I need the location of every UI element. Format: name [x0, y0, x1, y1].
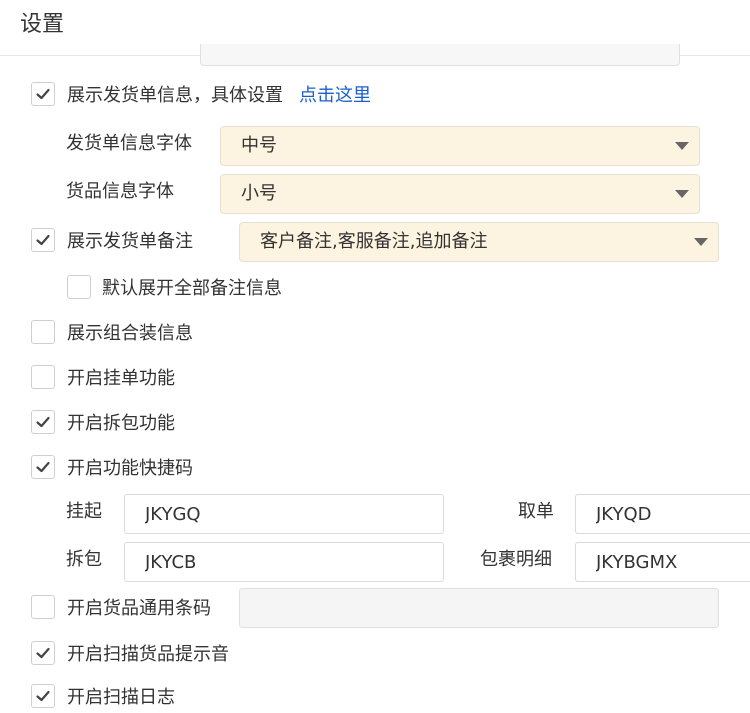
universal-barcode-row: 开启货品通用条码	[31, 591, 211, 623]
show-order-remark-label: 展示发货单备注	[67, 231, 193, 252]
show-order-info-row: 展示发货单信息，具体设置 点击这里	[31, 78, 371, 110]
detail-shortcut-label: 包裹明细	[480, 549, 552, 570]
chevron-down-icon	[675, 142, 689, 150]
universal-barcode-checkbox[interactable]	[31, 595, 55, 619]
order-remark-select[interactable]: 客户备注,客服备注,追加备注	[239, 222, 719, 262]
shortcut-row: 开启功能快捷码	[31, 451, 193, 483]
expand-all-remarks-label: 默认展开全部备注信息	[102, 278, 282, 299]
scan-sound-label: 开启扫描货品提示音	[67, 644, 229, 665]
hang-shortcut-input[interactable]	[124, 494, 444, 534]
checkmark-icon	[36, 647, 50, 659]
show-order-info-label: 展示发货单信息，具体设置	[67, 85, 283, 106]
unpack-checkbox[interactable]	[31, 410, 55, 434]
unpack-shortcut-label: 拆包	[66, 549, 102, 570]
universal-barcode-input[interactable]	[239, 588, 719, 628]
hang-order-checkbox[interactable]	[31, 365, 55, 389]
order-info-font-label: 发货单信息字体	[66, 133, 192, 154]
expand-all-remarks-checkbox[interactable]	[67, 275, 91, 299]
checkmark-icon	[36, 690, 50, 702]
show-combo-checkbox[interactable]	[31, 320, 55, 344]
show-order-remark-checkbox[interactable]	[31, 228, 55, 252]
scan-log-label: 开启扫描日志	[67, 687, 175, 708]
shortcut-label: 开启功能快捷码	[67, 458, 193, 479]
goods-info-font-label: 货品信息字体	[66, 181, 174, 202]
scan-log-row: 开启扫描日志	[31, 680, 175, 712]
chevron-down-icon	[694, 238, 708, 246]
take-shortcut-input[interactable]	[575, 494, 750, 534]
order-info-font-select[interactable]: 中号	[220, 126, 700, 166]
checkmark-icon	[36, 461, 50, 473]
expand-all-remarks-row: 默认展开全部备注信息	[67, 271, 282, 303]
hang-order-row: 开启挂单功能	[31, 361, 175, 393]
order-remark-value: 客户备注,客服备注,追加备注	[260, 231, 488, 252]
hang-order-label: 开启挂单功能	[67, 368, 175, 389]
chevron-down-icon	[675, 190, 689, 198]
show-combo-row: 展示组合装信息	[31, 316, 193, 348]
unpack-label: 开启拆包功能	[67, 413, 175, 434]
checkmark-icon	[36, 234, 50, 246]
take-shortcut-label: 取单	[518, 501, 554, 522]
scan-sound-checkbox[interactable]	[31, 641, 55, 665]
goods-info-font-value: 小号	[241, 183, 277, 204]
checkmark-icon	[36, 88, 50, 100]
show-combo-label: 展示组合装信息	[67, 323, 193, 344]
order-info-font-value: 中号	[241, 135, 277, 156]
goods-info-font-select[interactable]: 小号	[220, 174, 700, 214]
show-order-remark-row: 展示发货单备注	[31, 224, 193, 256]
detail-shortcut-input[interactable]	[575, 542, 750, 582]
unpack-shortcut-input[interactable]	[124, 542, 444, 582]
unpack-row: 开启拆包功能	[31, 406, 175, 438]
universal-barcode-label: 开启货品通用条码	[67, 598, 211, 619]
hang-shortcut-label: 挂起	[66, 501, 102, 522]
previous-field-stub	[200, 44, 680, 66]
page-title: 设置	[20, 12, 65, 37]
show-order-info-checkbox[interactable]	[31, 82, 55, 106]
scan-sound-row: 开启扫描货品提示音	[31, 637, 229, 669]
checkmark-icon	[36, 416, 50, 428]
scan-log-checkbox[interactable]	[31, 684, 55, 708]
click-here-link[interactable]: 点击这里	[299, 81, 371, 107]
shortcut-checkbox[interactable]	[31, 455, 55, 479]
